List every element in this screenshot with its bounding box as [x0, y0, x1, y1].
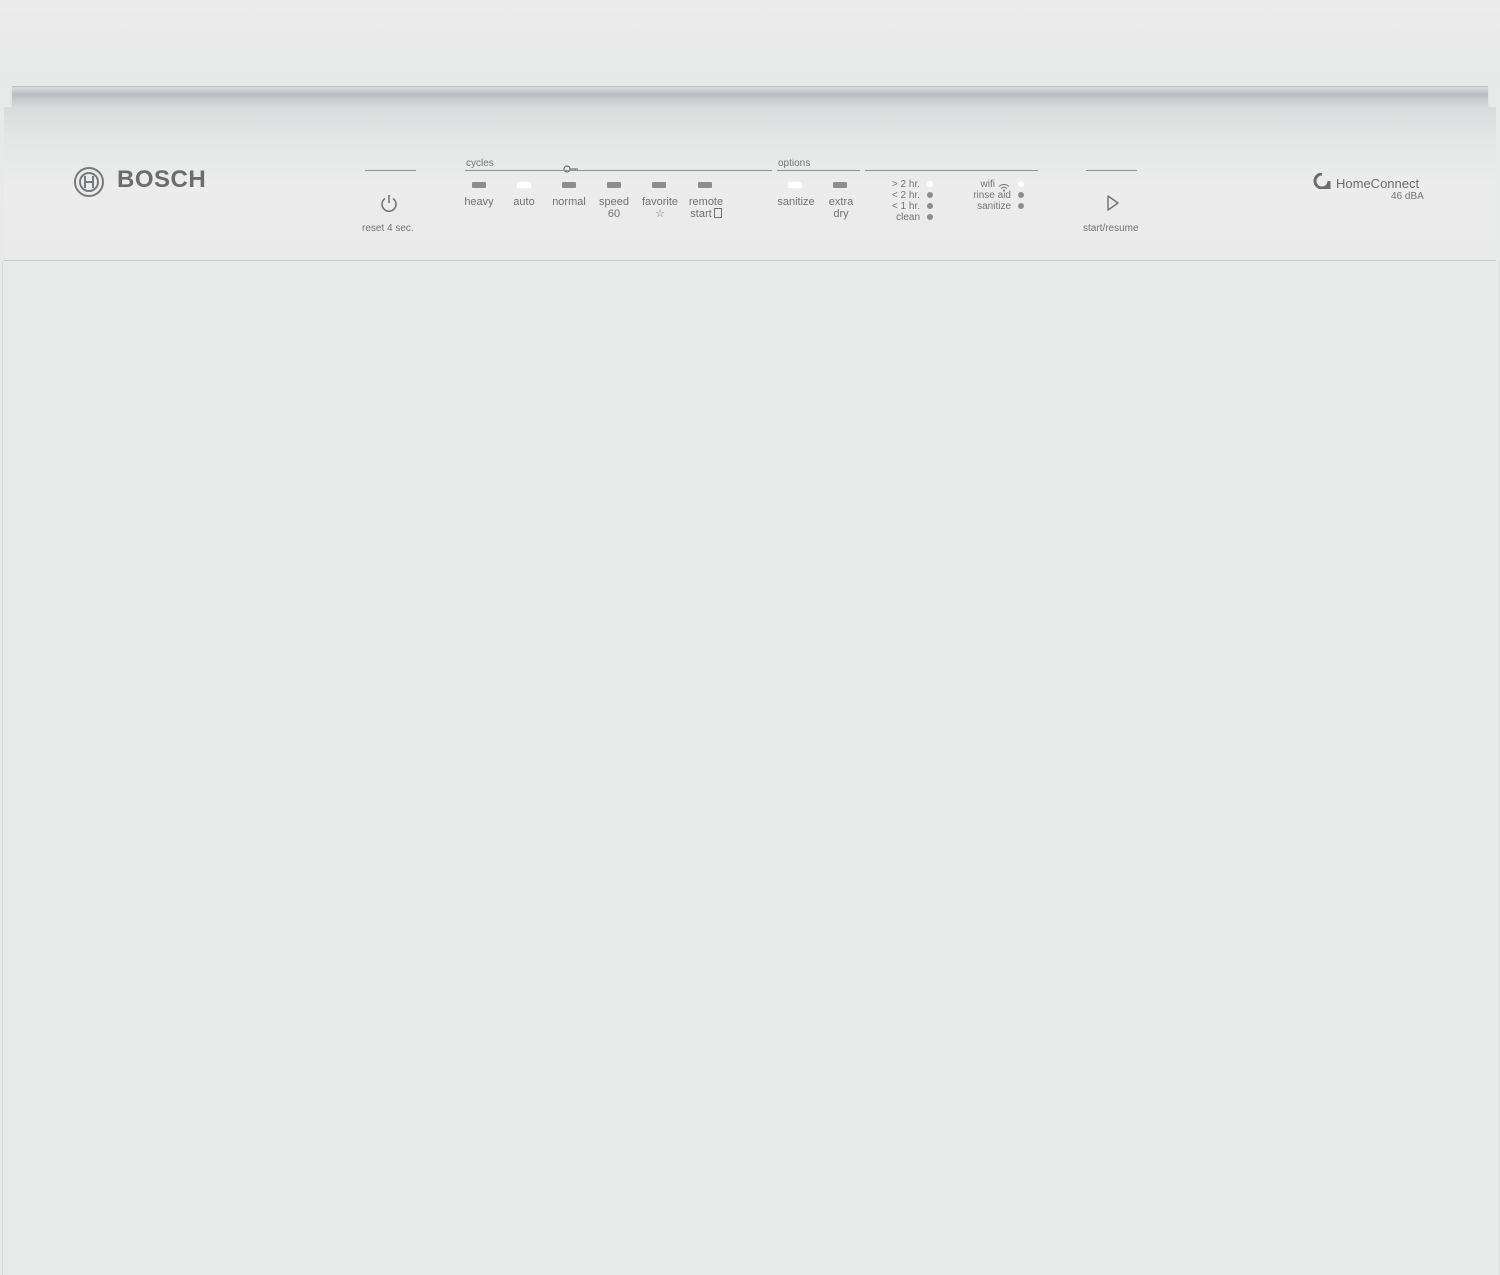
cycle-speed-led: [607, 182, 621, 188]
time-status-label: < 2 hr.: [891, 190, 920, 201]
time-status-label: > 2 hr.: [891, 179, 920, 190]
cycle-heavy-led: [472, 182, 486, 188]
cycles-header: cycles: [466, 158, 494, 169]
power-label: reset 4 sec.: [362, 223, 414, 234]
cycle-normal-button[interactable]: normal: [545, 196, 593, 208]
sanitize-status-dot: [1018, 203, 1024, 209]
wifi-status-dot-on: [1018, 181, 1024, 187]
time-status-dot: [927, 192, 933, 198]
sanitize-status-label: sanitize: [977, 201, 1011, 212]
cycle-label: speed: [599, 196, 629, 208]
cycle-normal-led: [562, 182, 576, 188]
brand-name: BOSCH: [117, 166, 207, 193]
rinse-aid-status-dot: [1018, 192, 1024, 198]
rinse-aid-status-label: rinse aid: [973, 190, 1011, 201]
cycle-heavy-button[interactable]: heavy: [455, 196, 503, 208]
home-connect-icon: [1313, 172, 1331, 190]
control-panel: [4, 107, 1496, 261]
cycle-sublabel: start: [690, 208, 712, 220]
power-rule: [365, 170, 416, 171]
wifi-status-label: wifi: [980, 179, 995, 190]
cycle-remote-start-button[interactable]: remote start: [681, 196, 731, 220]
options-header: options: [778, 158, 811, 169]
cycle-label: remote: [688, 196, 724, 208]
options-rule: [777, 170, 860, 171]
option-label: sanitize: [777, 196, 815, 208]
option-label: extra: [828, 196, 854, 208]
play-icon[interactable]: [1105, 194, 1121, 212]
cycle-favorite-led: [652, 182, 666, 188]
bosch-emblem-icon: [74, 167, 104, 197]
door-handle[interactable]: [12, 86, 1488, 109]
star-icon: ☆: [655, 208, 665, 220]
option-sublabel: dry: [833, 208, 849, 220]
cycle-label: heavy: [464, 196, 494, 208]
power-icon[interactable]: [379, 193, 399, 213]
cycle-auto-button[interactable]: auto: [500, 196, 548, 208]
cycle-label: normal: [552, 196, 586, 208]
option-extra-dry-button[interactable]: extra dry: [816, 196, 866, 220]
option-sanitize-button[interactable]: sanitize: [771, 196, 821, 208]
cycle-favorite-button[interactable]: favorite ☆: [635, 196, 685, 220]
time-status-dot-on: [927, 181, 933, 187]
time-status-label: clean: [896, 212, 920, 223]
cycle-auto-led: [517, 182, 531, 188]
key-icon: [563, 160, 579, 173]
start-rule: [1086, 170, 1137, 171]
cycle-remote-led: [698, 182, 712, 188]
option-sanitize-led: [788, 182, 802, 188]
option-extra-dry-led: [833, 182, 847, 188]
start-label: start/resume: [1083, 223, 1139, 234]
noise-level: 46 dBA: [1391, 191, 1424, 202]
cycle-label: favorite: [641, 196, 679, 208]
time-status-label: < 1 hr.: [891, 201, 920, 212]
cycles-rule: [465, 170, 772, 171]
cycle-sublabel: 60: [607, 208, 621, 220]
status-rule: [865, 170, 1038, 171]
wifi-icon: [998, 179, 1010, 192]
dishwasher-door: [2, 261, 1500, 1275]
phone-icon: [713, 208, 722, 218]
time-status-dot: [927, 214, 933, 220]
home-connect-label: HomeConnect: [1336, 176, 1420, 191]
countertop-strip: [0, 0, 1500, 88]
time-status-dot: [927, 203, 933, 209]
cycle-label: auto: [513, 196, 535, 208]
cycle-speed-button[interactable]: speed 60: [590, 196, 638, 220]
